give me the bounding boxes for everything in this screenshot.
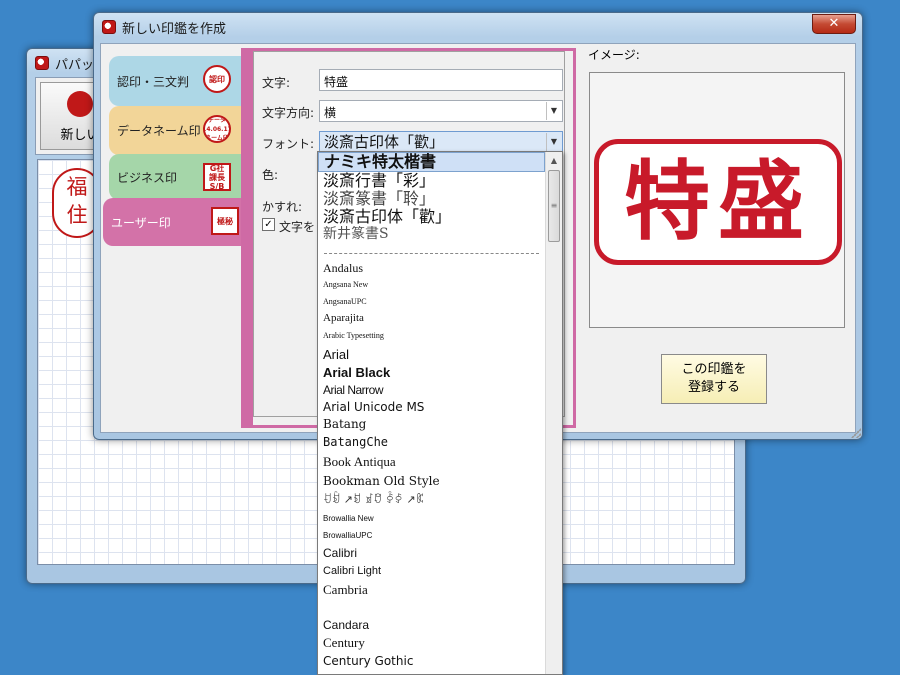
tab-dataname[interactable]: データネーム印 データ 14.06.17 ネーム印 <box>109 106 241 155</box>
tab-user[interactable]: ユーザー印 極秘 <box>103 198 249 246</box>
text-label: 文字: <box>262 76 291 90</box>
app-icon <box>102 20 116 34</box>
font-option[interactable]: Angsana New <box>318 276 545 293</box>
font-option[interactable]: 淡斎篆書「聆」 <box>318 190 545 208</box>
dialog-titlebar: 新しい印鑑を作成 <box>94 13 862 41</box>
color-label: 色: <box>262 168 279 182</box>
font-option[interactable]: Aparajita <box>318 310 545 327</box>
font-option[interactable]: Bookman Old Style <box>318 472 545 490</box>
preview-label: イメージ: <box>588 48 640 62</box>
seal-icon <box>67 91 93 117</box>
font-option[interactable]: ナミキ特太楷書 <box>318 152 545 172</box>
secret-stamp-icon: 極秘 <box>211 207 239 235</box>
font-option[interactable]: ꀀꀁ ↗ꀂ ꀃꀄ ꀅꀆ ↗ꀇ <box>318 490 545 510</box>
direction-label: 文字方向: <box>262 106 315 120</box>
business-stamp-icon: G社 課長 S/B <box>203 163 231 191</box>
font-dropdown-list[interactable]: ナミキ特太楷書 淡斎行書「彩」 淡斎篆書「聆」 淡斎古印体「歡」 新井篆書S A… <box>317 151 563 675</box>
font-option[interactable]: Candara <box>318 616 545 634</box>
font-option[interactable]: BrowalliaUPC <box>318 527 545 544</box>
dater-stamp-icon: データ 14.06.17 ネーム印 <box>203 115 231 143</box>
background-window-title: パパッ <box>55 57 95 73</box>
chevron-down-icon[interactable]: ▼ <box>546 133 561 151</box>
font-select[interactable]: 淡斎古印体「歡」 ▼ <box>319 131 563 153</box>
stamp-preview: 特盛 <box>589 72 845 328</box>
stamp-image: 特盛 <box>594 139 842 265</box>
register-seal-button[interactable]: この印鑑を 登録する <box>661 354 767 404</box>
stamp-text: 特盛 <box>624 151 812 252</box>
font-option[interactable]: Arial <box>318 345 545 364</box>
checkbox-label: 文字を <box>279 220 316 234</box>
font-option[interactable]: Browallia New <box>318 510 545 527</box>
stamp-icon: 認印 <box>203 65 231 93</box>
dropdown-scrollbar[interactable]: ▲ ≡ <box>545 152 562 674</box>
font-option[interactable]: BatangChe <box>318 433 545 452</box>
register-button-label: この印鑑を 登録する <box>681 362 747 395</box>
direction-value: 横 <box>324 106 337 120</box>
font-options: ナミキ特太楷書 淡斎行書「彩」 淡斎篆書「聆」 淡斎古印体「歡」 新井篆書S A… <box>318 152 545 670</box>
tab-mitomein[interactable]: 認印・三文判 認印 <box>109 56 241 106</box>
text-checkbox[interactable]: ✓ <box>262 218 275 231</box>
favorites-separator <box>324 242 539 254</box>
dialog-title: 新しい印鑑を作成 <box>122 21 227 37</box>
blur-label: かすれ: <box>262 200 303 214</box>
font-option[interactable]: Andalus <box>318 260 545 276</box>
font-option[interactable]: 淡斎古印体「歡」 <box>318 208 545 226</box>
font-option[interactable]: AngsanaUPC <box>318 293 545 310</box>
font-option[interactable]: Batang <box>318 416 545 433</box>
tab-label: ユーザー印 <box>111 215 171 230</box>
font-option[interactable]: Century Gothic <box>318 652 545 670</box>
font-option[interactable] <box>318 599 545 616</box>
font-option[interactable]: Book Antiqua <box>318 452 545 472</box>
text-input[interactable]: 特盛 <box>319 69 563 91</box>
font-option[interactable]: Calibri Light <box>318 563 545 580</box>
font-option[interactable]: Cambria <box>318 580 545 599</box>
font-option[interactable]: Arial Narrow <box>318 382 545 399</box>
font-label: フォント: <box>262 137 315 151</box>
font-option[interactable]: 新井篆書S <box>318 226 545 242</box>
chevron-down-icon[interactable]: ▼ <box>546 102 561 120</box>
close-button[interactable]: ✕ <box>812 14 856 34</box>
direction-select[interactable]: 横 ▼ <box>319 100 563 122</box>
scroll-up-icon[interactable]: ▲ <box>546 152 562 169</box>
tab-label: ビジネス印 <box>117 170 178 185</box>
font-option[interactable]: 淡斎行書「彩」 <box>318 172 545 190</box>
app-icon <box>35 56 49 70</box>
scroll-thumb[interactable]: ≡ <box>548 170 560 242</box>
font-option[interactable]: Century <box>318 634 545 652</box>
tab-label: 認印・三文判 <box>117 74 190 89</box>
resize-grip[interactable] <box>851 428 861 438</box>
font-value: 淡斎古印体「歡」 <box>324 133 445 151</box>
font-option[interactable]: Calibri <box>318 544 545 563</box>
tab-label: データネーム印 <box>117 124 201 138</box>
tab-business[interactable]: ビジネス印 G社 課長 S/B <box>109 154 241 200</box>
font-option[interactable]: Arial Black <box>318 364 545 382</box>
font-option[interactable]: Arial Unicode MS <box>318 399 545 416</box>
font-option[interactable]: Arabic Typesetting <box>318 327 545 345</box>
